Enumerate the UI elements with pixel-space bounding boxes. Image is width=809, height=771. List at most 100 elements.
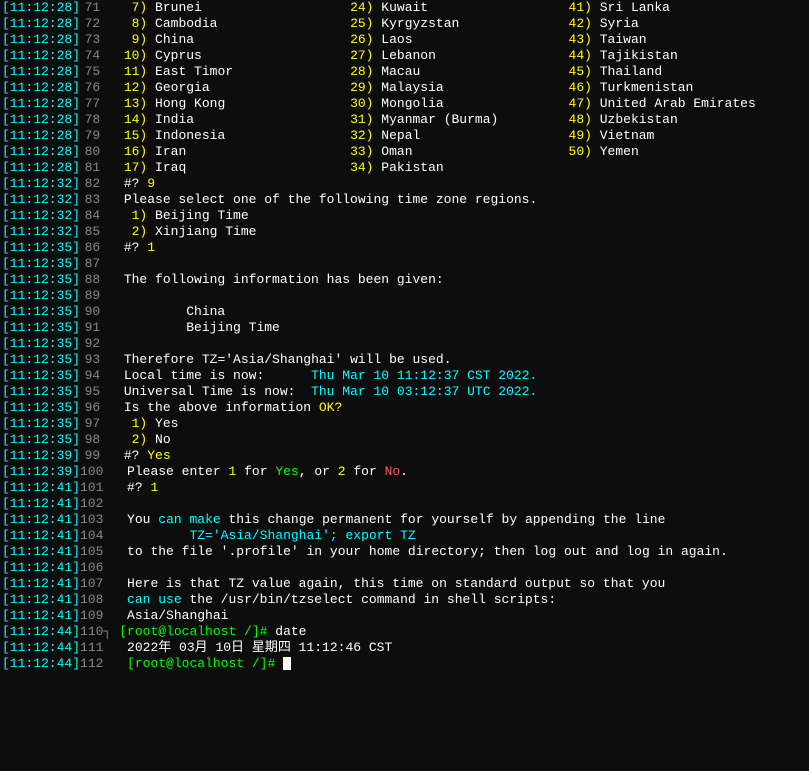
line-content: 8) Cambodia 25) Kyrgyzstan 42) Syria xyxy=(112,16,809,32)
line-number: 90 xyxy=(80,304,112,320)
timestamp: [11:12:44] xyxy=(0,624,80,640)
line-content xyxy=(112,256,809,272)
terminal-line: [11:12:35]87 xyxy=(0,256,809,272)
timestamp: [11:12:32] xyxy=(0,208,80,224)
line-number: 86 xyxy=(80,240,112,256)
terminal-line: [11:12:28]80 16) Iran 33) Oman 50) Yemen xyxy=(0,144,809,160)
terminal-line: [11:12:41]109 Asia/Shanghai xyxy=(0,608,809,624)
line-number: 98 xyxy=(80,432,112,448)
terminal-line: [11:12:35]96 Is the above information OK… xyxy=(0,400,809,416)
terminal-line: [11:12:32]82 #? 9 xyxy=(0,176,809,192)
line-number: 106 xyxy=(80,560,115,576)
terminal-line: [11:12:44]111 2022年 03月 10日 星期四 11:12:46… xyxy=(0,640,809,656)
timestamp: [11:12:41] xyxy=(0,544,80,560)
line-number: 109 xyxy=(80,608,115,624)
timestamp: [11:12:28] xyxy=(0,0,80,16)
line-content: to the file '.profile' in your home dire… xyxy=(115,544,809,560)
line-content: 2) Xinjiang Time xyxy=(112,224,809,240)
terminal-line: [11:12:41]103 You can make this change p… xyxy=(0,512,809,528)
timestamp: [11:12:41] xyxy=(0,496,80,512)
timestamp: [11:12:32] xyxy=(0,176,80,192)
line-content: Universal Time is now: Thu Mar 10 03:12:… xyxy=(112,384,809,400)
line-number: 81 xyxy=(80,160,112,176)
terminal-line: [11:12:32]83 Please select one of the fo… xyxy=(0,192,809,208)
timestamp: [11:12:28] xyxy=(0,144,80,160)
line-content xyxy=(112,288,809,304)
line-content xyxy=(115,560,809,576)
line-number: 92 xyxy=(80,336,112,352)
line-number: 83 xyxy=(80,192,112,208)
line-number: 107 xyxy=(80,576,115,592)
terminal-line: [11:12:28]76 12) Georgia 29) Malaysia 46… xyxy=(0,80,809,96)
line-content: The following information has been given… xyxy=(112,272,809,288)
timestamp: [11:12:28] xyxy=(0,128,80,144)
line-content xyxy=(112,336,809,352)
line-number: 102 xyxy=(80,496,115,512)
line-content: [root@localhost /]# xyxy=(115,656,809,672)
timestamp: [11:12:32] xyxy=(0,224,80,240)
line-content: 17) Iraq 34) Pakistan xyxy=(112,160,809,176)
line-number: 87 xyxy=(80,256,112,272)
line-content: #? 9 xyxy=(112,176,809,192)
line-number: 91 xyxy=(80,320,112,336)
line-content: 14) India 31) Myanmar (Burma) 48) Uzbeki… xyxy=(112,112,809,128)
line-number: 111 xyxy=(80,640,115,656)
line-content: 16) Iran 33) Oman 50) Yemen xyxy=(112,144,809,160)
line-number: 72 xyxy=(80,16,112,32)
timestamp: [11:12:35] xyxy=(0,432,80,448)
timestamp: [11:12:28] xyxy=(0,96,80,112)
terminal-line: [11:12:41]106 xyxy=(0,560,809,576)
timestamp: [11:12:41] xyxy=(0,480,80,496)
timestamp: [11:12:44] xyxy=(0,656,80,672)
line-number: 82 xyxy=(80,176,112,192)
line-content: 1) Beijing Time xyxy=(112,208,809,224)
terminal-line: [11:12:28]73 9) China 26) Laos 43) Taiwa… xyxy=(0,32,809,48)
terminal-line: [11:12:35]88 The following information h… xyxy=(0,272,809,288)
timestamp: [11:12:28] xyxy=(0,80,80,96)
terminal-line: [11:12:28]74 10) Cyprus 27) Lebanon 44) … xyxy=(0,48,809,64)
terminal-line: [11:12:35]94 Local time is now: Thu Mar … xyxy=(0,368,809,384)
timestamp: [11:12:35] xyxy=(0,240,80,256)
line-content: 12) Georgia 29) Malaysia 46) Turkmenista… xyxy=(112,80,809,96)
terminal-line: [11:12:35]86 #? 1 xyxy=(0,240,809,256)
line-number: 100 xyxy=(80,464,115,480)
line-number: 96 xyxy=(80,400,112,416)
line-content: 10) Cyprus 27) Lebanon 44) Tajikistan xyxy=(112,48,809,64)
line-content: 11) East Timor 28) Macau 45) Thailand xyxy=(112,64,809,80)
line-content: Asia/Shanghai xyxy=(115,608,809,624)
terminal-line: [11:12:35]93 Therefore TZ='Asia/Shanghai… xyxy=(0,352,809,368)
timestamp: [11:12:35] xyxy=(0,288,80,304)
terminal-line: [11:12:44]110┐[root@localhost /]# date xyxy=(0,624,809,640)
line-number: 105 xyxy=(80,544,115,560)
line-number: 88 xyxy=(80,272,112,288)
line-content: TZ='Asia/Shanghai'; export TZ xyxy=(115,528,809,544)
terminal-line: [11:12:28]79 15) Indonesia 32) Nepal 49)… xyxy=(0,128,809,144)
timestamp: [11:12:28] xyxy=(0,160,80,176)
terminal-line: [11:12:32]85 2) Xinjiang Time xyxy=(0,224,809,240)
line-number: 95 xyxy=(80,384,112,400)
line-content: 2022年 03月 10日 星期四 11:12:46 CST xyxy=(115,640,809,656)
terminal-line: [11:12:35]95 Universal Time is now: Thu … xyxy=(0,384,809,400)
timestamp: [11:12:35] xyxy=(0,320,80,336)
timestamp: [11:12:35] xyxy=(0,256,80,272)
terminal-line: [11:12:44]112 [root@localhost /]# xyxy=(0,656,809,672)
line-number: 103 xyxy=(80,512,115,528)
line-content: can use the /usr/bin/tzselect command in… xyxy=(115,592,809,608)
line-number: 89 xyxy=(80,288,112,304)
terminal-line: [11:12:35]91 Beijing Time xyxy=(0,320,809,336)
line-content: #? 1 xyxy=(112,240,809,256)
terminal-line: [11:12:35]92 xyxy=(0,336,809,352)
terminal-line: [11:12:39]99 #? Yes xyxy=(0,448,809,464)
terminal-line: [11:12:41]105 to the file '.profile' in … xyxy=(0,544,809,560)
timestamp: [11:12:41] xyxy=(0,512,80,528)
terminal-line: [11:12:35]98 2) No xyxy=(0,432,809,448)
line-number: 97 xyxy=(80,416,112,432)
timestamp: [11:12:35] xyxy=(0,400,80,416)
line-number: 110┐ xyxy=(80,624,115,640)
line-content: Therefore TZ='Asia/Shanghai' will be use… xyxy=(112,352,809,368)
line-content xyxy=(115,496,809,512)
timestamp: [11:12:32] xyxy=(0,192,80,208)
terminal-line: [11:12:41]102 xyxy=(0,496,809,512)
terminal-line: [11:12:41]104 TZ='Asia/Shanghai'; export… xyxy=(0,528,809,544)
line-content: 7) Brunei 24) Kuwait 41) Sri Lanka xyxy=(112,0,809,16)
